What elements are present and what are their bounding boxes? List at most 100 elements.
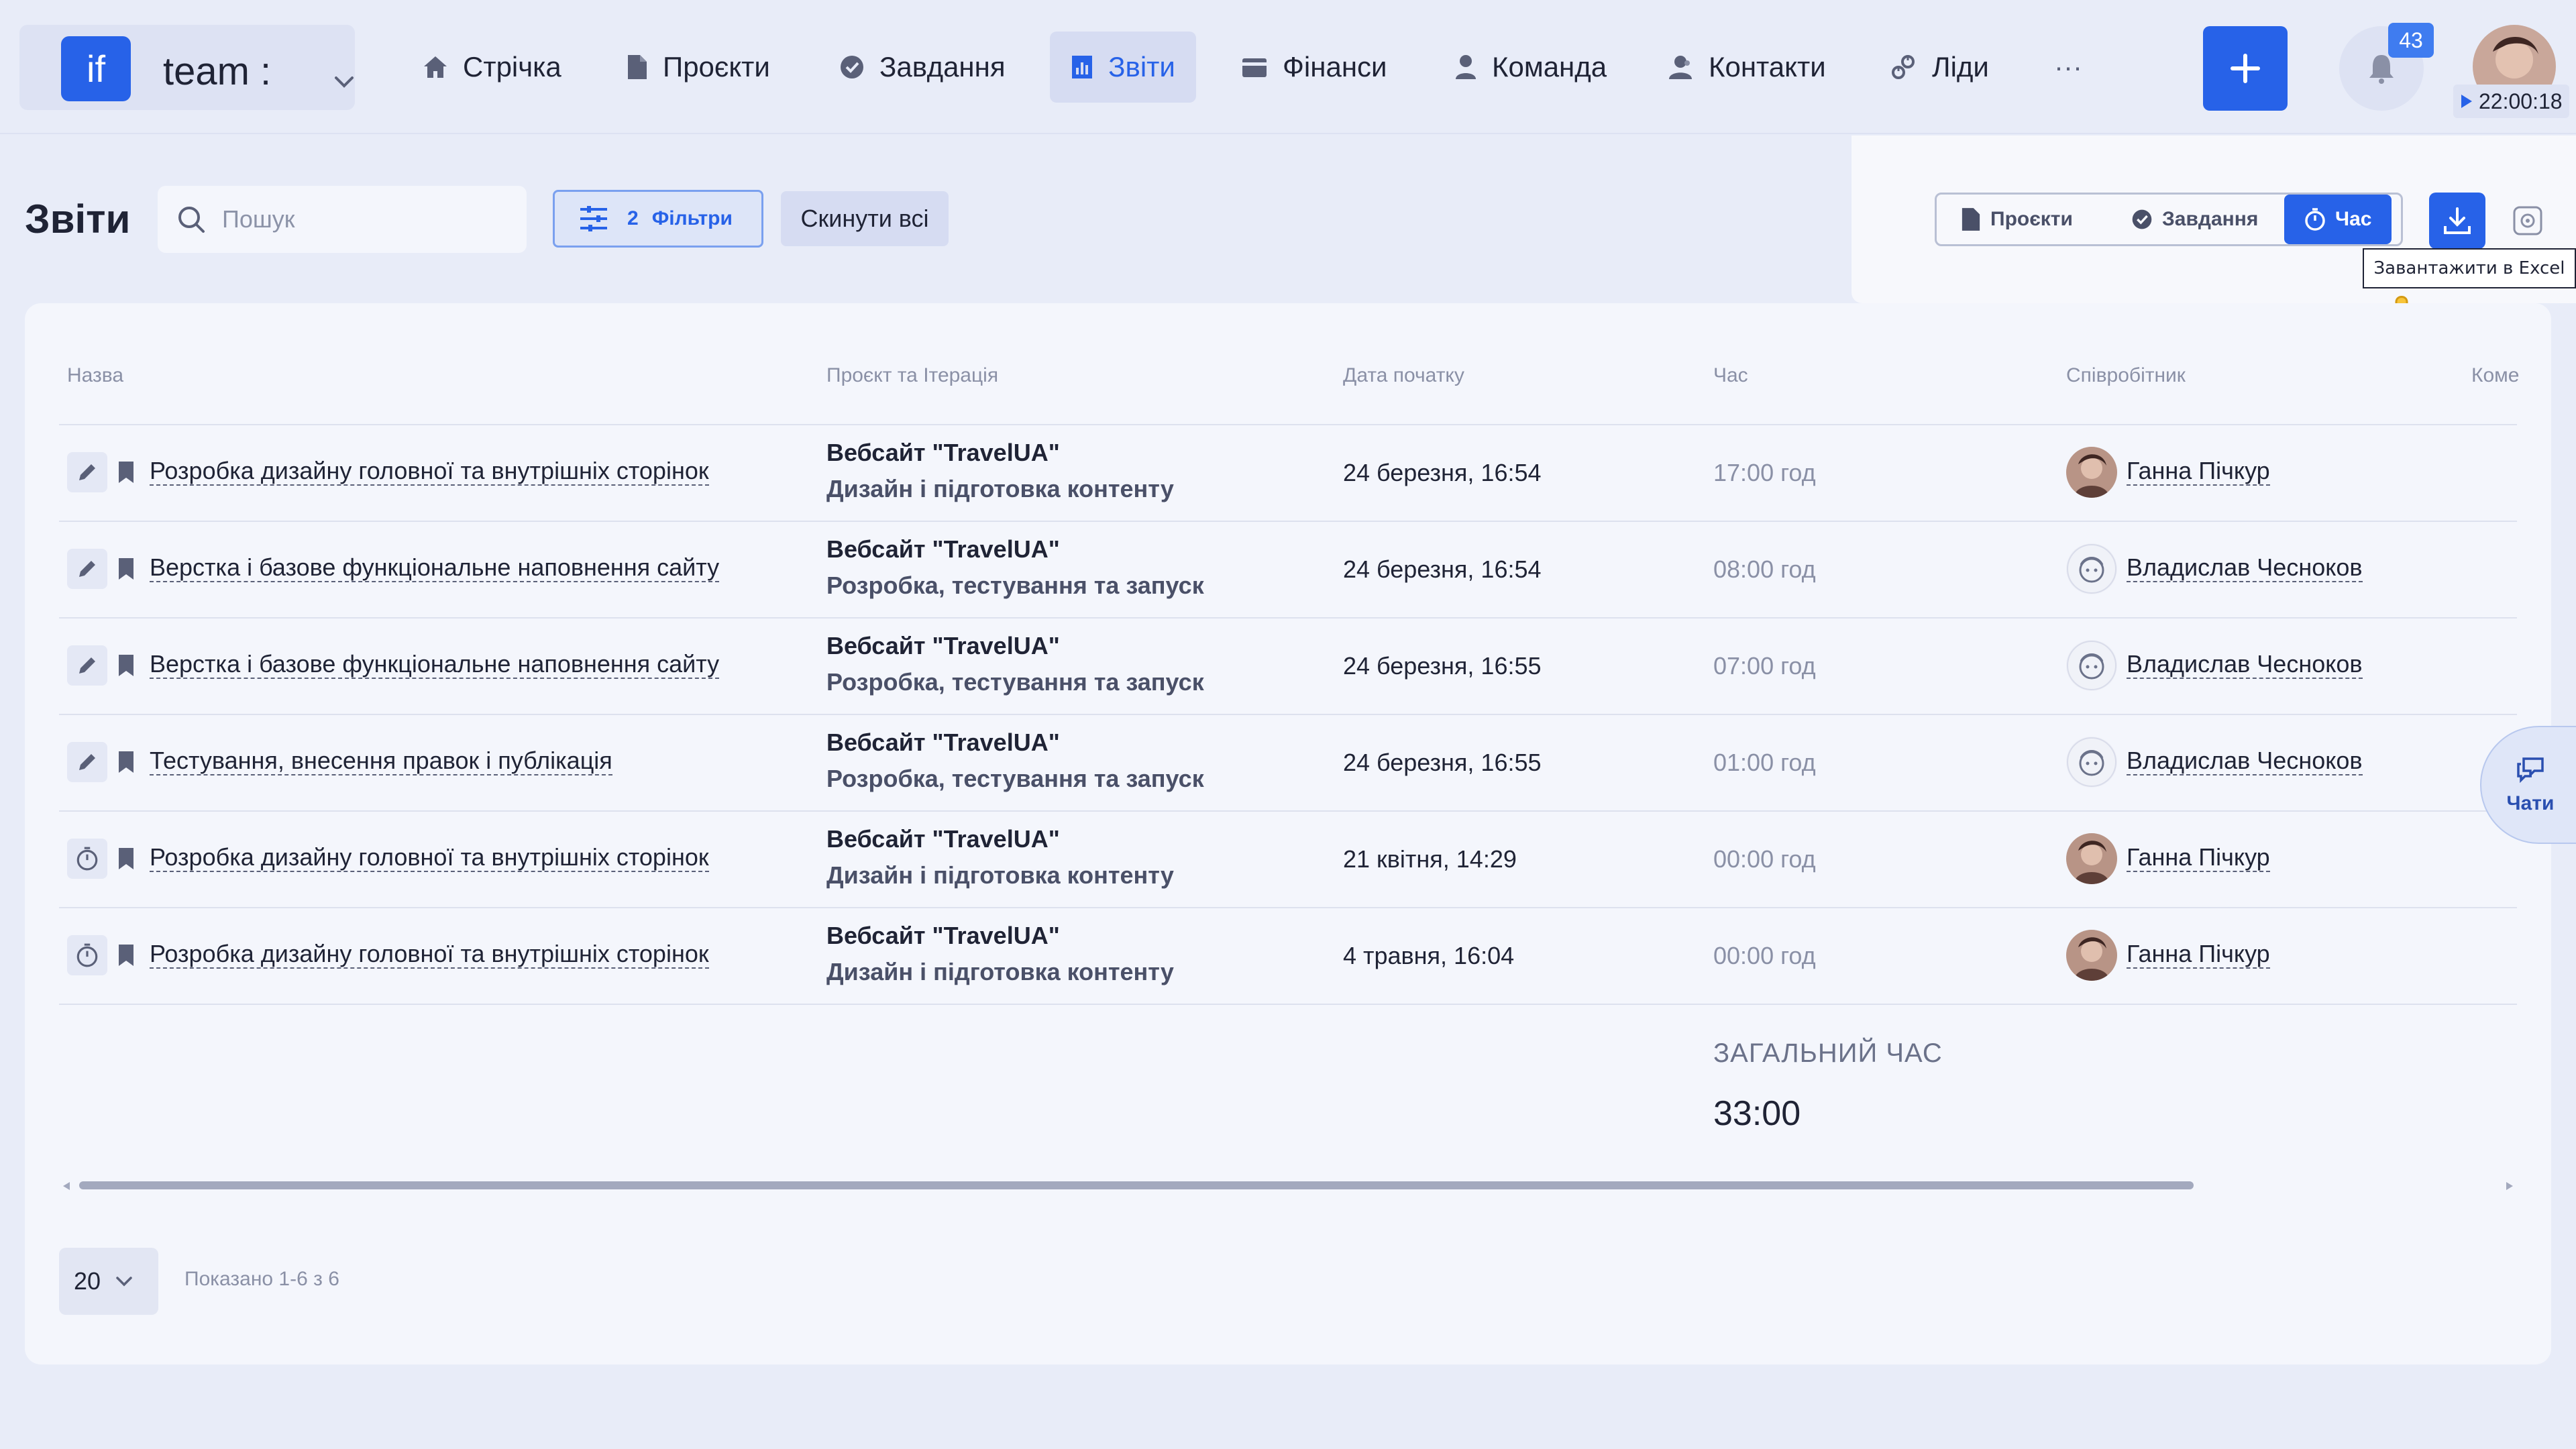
start-date: 24 березня, 16:55 — [1343, 749, 1542, 776]
scroll-right-icon[interactable] — [2505, 1181, 2514, 1191]
sliders-icon — [580, 206, 607, 231]
time-value: 08:00 год — [1713, 555, 1816, 583]
time-value: 00:00 год — [1713, 942, 1816, 969]
table-divider — [59, 424, 2517, 425]
filters-button[interactable]: 2 Фільтри — [553, 190, 763, 248]
avatar — [2066, 543, 2117, 594]
bookmark-icon[interactable] — [117, 943, 135, 967]
horizontal-scrollbar[interactable] — [59, 1178, 2517, 1193]
table-divider — [59, 907, 2517, 908]
time-value: 00:00 год — [1713, 845, 1816, 873]
chats-label: Чати — [2506, 792, 2555, 814]
column-header-project[interactable]: Проєкт та Ітерація — [826, 364, 998, 387]
avatar-photo — [2066, 447, 2117, 498]
column-header-time[interactable]: Час — [1713, 364, 1748, 387]
stopwatch-icon — [76, 943, 98, 967]
employee-link[interactable]: Ганна Пічкур — [2127, 844, 2270, 872]
edit-entry-button[interactable] — [67, 452, 107, 492]
project-name[interactable]: Вебсайт "TravelUA" — [826, 632, 1060, 660]
task-link[interactable]: Верстка і базове функціональне наповненн… — [150, 554, 720, 582]
task-link[interactable]: Верстка і базове функціональне наповненн… — [150, 651, 720, 679]
project-name[interactable]: Вебсайт "TravelUA" — [826, 922, 1060, 950]
total-time-label: ЗАГАЛЬНИЙ ЧАС — [1713, 1038, 1943, 1068]
task-link[interactable]: Розробка дизайну головної та внутрішніх … — [150, 458, 709, 486]
avatar — [2066, 447, 2117, 498]
search-box[interactable] — [158, 186, 527, 253]
iteration-name[interactable]: Дизайн і підготовка контенту — [826, 958, 1174, 986]
avatar — [2066, 737, 2117, 788]
view-toggle-projects[interactable]: Проєкти — [1941, 195, 2093, 244]
employee-link[interactable]: Владислав Чесноков — [2127, 554, 2363, 582]
avatar — [2066, 930, 2117, 981]
task-link[interactable]: Розробка дизайну головної та внутрішніх … — [150, 941, 709, 969]
iteration-name[interactable]: Розробка, тестування та запуск — [826, 668, 1204, 696]
time-value: 17:00 год — [1713, 459, 1816, 486]
filters-count: 2 — [627, 207, 639, 229]
download-icon — [2444, 207, 2471, 234]
table-divider — [59, 714, 2517, 715]
bookmark-icon[interactable] — [117, 750, 135, 774]
scroll-left-icon[interactable] — [62, 1181, 71, 1191]
settings-button[interactable] — [2504, 197, 2551, 244]
filters-label: Фільтри — [651, 207, 733, 229]
view-toggle-label: Час — [2335, 208, 2372, 230]
employee-link[interactable]: Владислав Чесноков — [2127, 747, 2363, 775]
timer-entry-button[interactable] — [67, 839, 107, 879]
bookmark-icon[interactable] — [117, 653, 135, 678]
iteration-name[interactable]: Розробка, тестування та запуск — [826, 572, 1204, 600]
task-link[interactable]: Розробка дизайну головної та внутрішніх … — [150, 844, 709, 872]
gear-icon — [2513, 206, 2542, 235]
iteration-name[interactable]: Дизайн і підготовка контенту — [826, 861, 1174, 890]
view-toggle: Проєкти Завдання Час — [1935, 193, 2403, 246]
project-name[interactable]: Вебсайт "TravelUA" — [826, 825, 1060, 853]
column-header-start-date[interactable]: Дата початку — [1343, 364, 1464, 387]
bookmark-icon[interactable] — [117, 460, 135, 484]
avatar-photo — [2066, 930, 2117, 981]
reset-filters-button[interactable]: Скинути всі — [781, 191, 949, 246]
time-value: 01:00 год — [1713, 749, 1816, 776]
column-header-comment[interactable]: Коме — [2471, 364, 2519, 387]
default-avatar-icon — [2067, 737, 2116, 787]
table-divider — [59, 617, 2517, 619]
timer-entry-button[interactable] — [67, 935, 107, 975]
page-title: Звіти — [25, 197, 131, 241]
scrollbar-thumb[interactable] — [79, 1181, 2194, 1189]
project-name[interactable]: Вебсайт "TravelUA" — [826, 439, 1060, 467]
iteration-name[interactable]: Розробка, тестування та запуск — [826, 765, 1204, 793]
start-date: 21 квітня, 14:29 — [1343, 845, 1517, 873]
default-avatar-icon — [2067, 544, 2116, 594]
project-name[interactable]: Вебсайт "TravelUA" — [826, 729, 1060, 757]
search-input[interactable] — [222, 205, 504, 233]
avatar — [2066, 640, 2117, 691]
table-divider — [59, 1004, 2517, 1005]
avatar — [2066, 833, 2117, 884]
iteration-name[interactable]: Дизайн і підготовка контенту — [826, 475, 1174, 503]
table-row[interactable]: Розробка дизайну головної та внутрішніх … — [0, 0, 2576, 1005]
time-value: 07:00 год — [1713, 652, 1816, 680]
pencil-icon — [79, 754, 95, 770]
pencil-icon — [79, 657, 95, 674]
project-name[interactable]: Вебсайт "TravelUA" — [826, 535, 1060, 564]
bookmark-icon[interactable] — [117, 847, 135, 871]
stopwatch-icon — [2305, 208, 2325, 231]
view-toggle-time[interactable]: Час — [2284, 195, 2392, 244]
default-avatar-icon — [2067, 641, 2116, 690]
search-icon — [178, 207, 205, 233]
employee-link[interactable]: Ганна Пічкур — [2127, 941, 2270, 969]
table-divider — [59, 521, 2517, 522]
view-toggle-tasks[interactable]: Завдання — [2111, 195, 2278, 244]
employee-link[interactable]: Владислав Чесноков — [2127, 651, 2363, 679]
download-excel-button[interactable] — [2429, 193, 2485, 249]
stopwatch-icon — [76, 847, 98, 871]
chat-icon — [2517, 757, 2544, 783]
column-header-employee[interactable]: Співробітник — [2066, 364, 2186, 387]
edit-entry-button[interactable] — [67, 742, 107, 782]
view-toggle-label: Проєкти — [1990, 208, 2073, 230]
page-size-select[interactable]: 20 — [59, 1248, 158, 1315]
employee-link[interactable]: Ганна Пічкур — [2127, 458, 2270, 486]
edit-entry-button[interactable] — [67, 645, 107, 686]
bookmark-icon[interactable] — [117, 557, 135, 581]
column-header-name[interactable]: Назва — [67, 364, 123, 387]
edit-entry-button[interactable] — [67, 549, 107, 589]
task-link[interactable]: Тестування, внесення правок і публікація — [150, 747, 612, 775]
